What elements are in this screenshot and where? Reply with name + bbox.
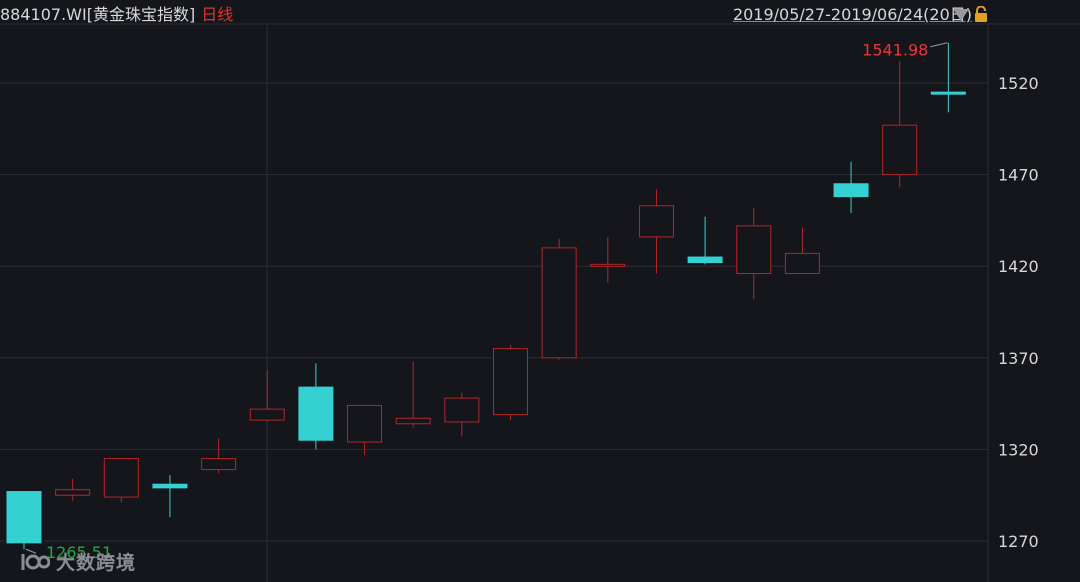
watermark-text: 大数跨境 [56, 552, 137, 574]
max-value-label: 1541.98 [862, 41, 928, 60]
dropdown-caret-icon[interactable] [953, 9, 969, 21]
y-tick-label: 1270 [998, 532, 1039, 551]
candle-body [298, 386, 334, 441]
lock-icon[interactable] [974, 6, 988, 22]
index-name-label: [黄金珠宝指数] [86, 5, 196, 24]
candle-body [395, 417, 431, 425]
max-pointer [930, 42, 948, 48]
symbol-label: 884107.WI [0, 5, 87, 24]
candle-body [6, 491, 42, 544]
candle-body [152, 483, 188, 489]
chart-header: 884107.WI[黄金珠宝指数] 日线 [0, 5, 233, 25]
y-tick-label: 1370 [998, 349, 1039, 368]
candlestick-chart: 1270132013701420147015201541.981265.51 [0, 23, 1080, 582]
candle-body [103, 458, 139, 498]
date-range-label[interactable]: 2019/05/27-2019/06/24(20日) [733, 5, 972, 25]
y-tick-label: 1470 [998, 166, 1039, 185]
candle-body [55, 489, 91, 496]
candle-body [541, 247, 577, 359]
candle-body [882, 124, 918, 176]
candle-body [590, 263, 626, 267]
candle-body [444, 397, 480, 423]
candle-body [249, 408, 285, 421]
candle-body [347, 404, 383, 443]
candle-body [638, 205, 674, 238]
candle-body [493, 348, 528, 416]
candle-body [784, 252, 820, 275]
y-tick-label: 1320 [998, 440, 1039, 459]
watermark: 大数跨境 [20, 548, 136, 575]
period-label[interactable]: 日线 [201, 5, 233, 24]
y-tick-label: 1520 [998, 74, 1039, 93]
y-tick-label: 1420 [998, 257, 1039, 276]
candle-body [687, 256, 723, 264]
candle-body [736, 225, 772, 275]
candle-body [930, 91, 966, 95]
candle-body [833, 183, 869, 198]
candle-body [201, 458, 237, 471]
watermark-logo-icon [21, 553, 50, 570]
